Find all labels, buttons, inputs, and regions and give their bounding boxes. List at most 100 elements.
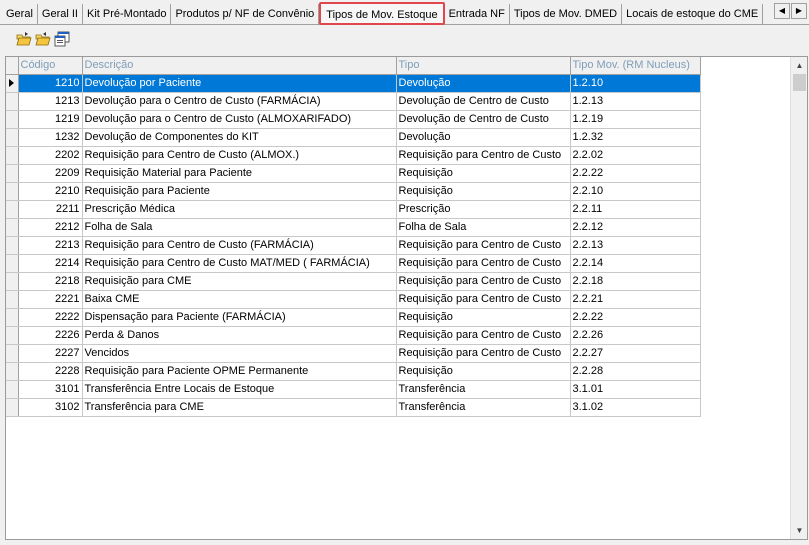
tab-scroll-right-button[interactable]: ▶ — [791, 3, 807, 19]
cell-tipo-mov[interactable]: 3.1.02 — [570, 398, 701, 417]
cell-codigo[interactable]: 2210 — [18, 182, 83, 201]
table-row[interactable]: 2213 Requisição para Centro de Custo (FAR… — [6, 236, 701, 255]
row-indicator[interactable] — [6, 290, 19, 309]
cell-descricao[interactable]: Transferência Entre Locais de Estoque — [82, 380, 397, 399]
cell-tipo[interactable]: Requisição — [396, 308, 571, 327]
cell-tipo-mov[interactable]: 1.2.32 — [570, 128, 701, 147]
cell-codigo[interactable]: 2226 — [18, 326, 83, 345]
cell-tipo-mov[interactable]: 3.1.01 — [570, 380, 701, 399]
cell-descricao[interactable]: Requisição Material para Paciente — [82, 164, 397, 183]
tab-tipos-de-mov-dmed[interactable]: Tipos de Mov. DMED — [510, 4, 623, 24]
tab-geral[interactable]: Geral — [2, 4, 38, 24]
cell-codigo[interactable]: 1232 — [18, 128, 83, 147]
scroll-up-arrow-icon[interactable]: ▲ — [791, 57, 808, 74]
table-row[interactable]: 2212 Folha de Sala Folha de Sala 2.2.12 — [6, 218, 701, 237]
cell-tipo[interactable]: Requisição para Centro de Custo — [396, 146, 571, 165]
scrollbar-thumb[interactable] — [793, 74, 806, 91]
row-indicator[interactable] — [6, 74, 19, 93]
column-header-tipo-mov[interactable]: Tipo Mov. (RM Nucleus) — [570, 57, 701, 75]
tab-kit-pre-montado[interactable]: Kit Pré-Montado — [83, 4, 172, 24]
cell-tipo-mov[interactable]: 2.2.13 — [570, 236, 701, 255]
cell-descricao[interactable]: Dispensação para Paciente (FARMÁCIA) — [82, 308, 397, 327]
cell-descricao[interactable]: Devolução para o Centro de Custo (FARMÁC… — [82, 92, 397, 111]
table-row[interactable]: 1232 Devolução de Componentes do KIT Devol… — [6, 128, 701, 147]
tab-locais-de-estoque-do-cme[interactable]: Locais de estoque do CME — [622, 4, 764, 24]
cell-descricao[interactable]: Devolução por Paciente — [82, 74, 397, 93]
cell-tipo-mov[interactable]: 2.2.02 — [570, 146, 701, 165]
cell-tipo-mov[interactable]: 1.2.19 — [570, 110, 701, 129]
cell-tipo[interactable]: Devolução — [396, 74, 571, 93]
vertical-scrollbar[interactable]: ▲ ▼ — [790, 57, 807, 539]
cell-tipo[interactable]: Requisição para Centro de Custo — [396, 272, 571, 291]
row-indicator[interactable] — [6, 110, 19, 129]
cell-codigo[interactable]: 3102 — [18, 398, 83, 417]
cell-tipo[interactable]: Devolução — [396, 128, 571, 147]
tab-entrada-nf[interactable]: Entrada NF — [445, 4, 510, 24]
cell-codigo[interactable]: 2213 — [18, 236, 83, 255]
table-row[interactable]: 2211 Prescrição Médica Prescrição 2.2.11 — [6, 200, 701, 219]
row-indicator[interactable] — [6, 344, 19, 363]
cell-codigo[interactable]: 2222 — [18, 308, 83, 327]
cell-tipo-mov[interactable]: 2.2.22 — [570, 164, 701, 183]
cell-codigo[interactable]: 2202 — [18, 146, 83, 165]
cell-codigo[interactable]: 2221 — [18, 290, 83, 309]
cell-tipo[interactable]: Requisição para Centro de Custo — [396, 344, 571, 363]
column-header-codigo[interactable]: Código — [18, 57, 83, 75]
cell-tipo[interactable]: Requisição — [396, 182, 571, 201]
table-row[interactable]: 2214 Requisição para Centro de Custo MAT/… — [6, 254, 701, 273]
cell-descricao[interactable]: Requisição para Centro de Custo (FARMÁCI… — [82, 236, 397, 255]
row-indicator[interactable] — [6, 218, 19, 237]
cell-descricao[interactable]: Perda & Danos — [82, 326, 397, 345]
cell-tipo[interactable]: Devolução de Centro de Custo — [396, 92, 571, 111]
cell-descricao[interactable]: Devolução de Componentes do KIT — [82, 128, 397, 147]
cell-codigo[interactable]: 3101 — [18, 380, 83, 399]
table-row[interactable]: 2221 Baixa CME Requisição para Centro de C… — [6, 290, 701, 309]
cell-tipo[interactable]: Requisição para Centro de Custo — [396, 290, 571, 309]
cell-tipo[interactable]: Requisição — [396, 362, 571, 381]
cell-tipo-mov[interactable]: 2.2.18 — [570, 272, 701, 291]
open-folder-button-2[interactable] — [35, 31, 51, 47]
cell-tipo[interactable]: Transferência — [396, 398, 571, 417]
cell-tipo[interactable]: Transferência — [396, 380, 571, 399]
table-row[interactable]: 2202 Requisição para Centro de Custo (ALM… — [6, 146, 701, 165]
cell-tipo-mov[interactable]: 1.2.13 — [570, 92, 701, 111]
row-indicator[interactable] — [6, 380, 19, 399]
table-row[interactable]: 1219 Devolução para o Centro de Custo (AL… — [6, 110, 701, 129]
cell-descricao[interactable]: Prescrição Médica — [82, 200, 397, 219]
cell-tipo-mov[interactable]: 2.2.21 — [570, 290, 701, 309]
row-indicator[interactable] — [6, 236, 19, 255]
table-row[interactable]: 2218 Requisição para CME Requisição para C… — [6, 272, 701, 291]
cell-codigo[interactable]: 1210 — [18, 74, 83, 93]
cell-tipo-mov[interactable]: 2.2.22 — [570, 308, 701, 327]
cell-codigo[interactable]: 2218 — [18, 272, 83, 291]
cell-codigo[interactable]: 2211 — [18, 200, 83, 219]
table-row[interactable]: 3102 Transferência para CME Transferência 3… — [6, 398, 701, 417]
cell-tipo[interactable]: Devolução de Centro de Custo — [396, 110, 571, 129]
cell-tipo-mov[interactable]: 2.2.27 — [570, 344, 701, 363]
cell-tipo-mov[interactable]: 2.2.10 — [570, 182, 701, 201]
tab-geral-ii[interactable]: Geral II — [38, 4, 83, 24]
cell-descricao[interactable]: Devolução para o Centro de Custo (ALMOXA… — [82, 110, 397, 129]
tab-tipos-de-mov-estoque[interactable]: Tipos de Mov. Estoque — [319, 2, 445, 25]
cell-codigo[interactable]: 1219 — [18, 110, 83, 129]
row-indicator[interactable] — [6, 146, 19, 165]
scroll-down-arrow-icon[interactable]: ▼ — [791, 522, 808, 539]
cell-descricao[interactable]: Requisição para Paciente OPME Permanente — [82, 362, 397, 381]
cell-descricao[interactable]: Transferência para CME — [82, 398, 397, 417]
row-indicator[interactable] — [6, 308, 19, 327]
properties-button[interactable] — [54, 31, 70, 47]
column-header-tipo[interactable]: Tipo — [396, 57, 571, 75]
cell-descricao[interactable]: Baixa CME — [82, 290, 397, 309]
cell-tipo[interactable]: Folha de Sala — [396, 218, 571, 237]
cell-codigo[interactable]: 1213 — [18, 92, 83, 111]
table-row[interactable]: 2226 Perda & Danos Requisição para Centro … — [6, 326, 701, 345]
tab-produtos-p-nf-de-convenio[interactable]: Produtos p/ NF de Convênio — [171, 4, 320, 24]
cell-tipo-mov[interactable]: 2.2.14 — [570, 254, 701, 273]
cell-tipo-mov[interactable]: 2.2.28 — [570, 362, 701, 381]
row-indicator[interactable] — [6, 398, 19, 417]
cell-descricao[interactable]: Requisição para Centro de Custo MAT/MED … — [82, 254, 397, 273]
cell-tipo[interactable]: Requisição para Centro de Custo — [396, 236, 571, 255]
table-row[interactable]: 2210 Requisição para Paciente Requisição 2.… — [6, 182, 701, 201]
cell-descricao[interactable]: Requisição para Paciente — [82, 182, 397, 201]
table-row[interactable]: 3101 Transferência Entre Locais de Estoqu… — [6, 380, 701, 399]
